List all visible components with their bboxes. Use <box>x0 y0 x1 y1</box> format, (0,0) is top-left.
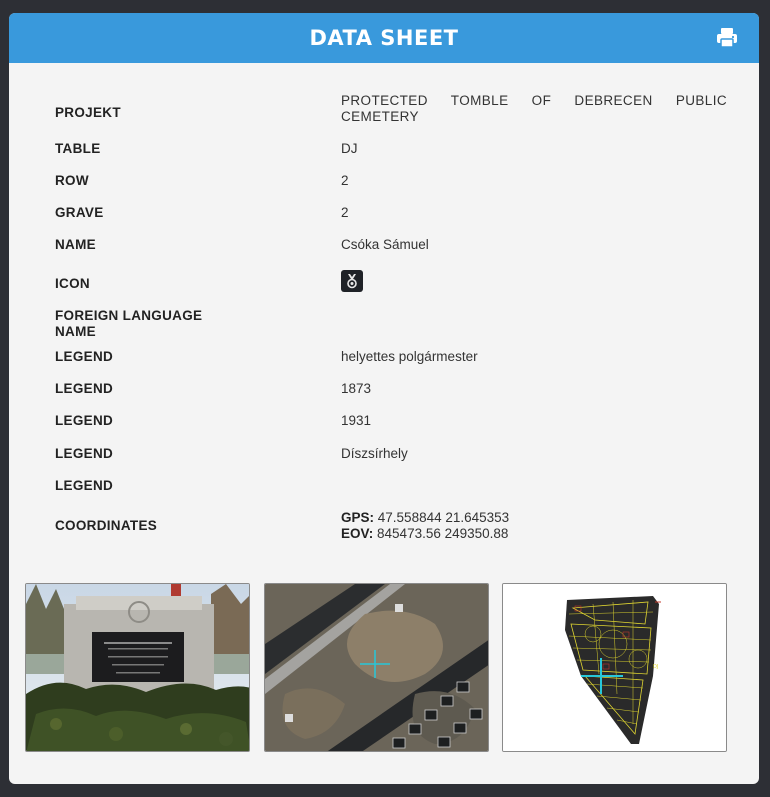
aerial-photo-thumbnail[interactable] <box>264 583 489 752</box>
field-value-icon <box>341 270 727 292</box>
field-row-row: ROW 2 <box>55 173 727 191</box>
data-sheet-card: DATA SHEET PROJEKT PROTECTED TOMBLE OF D… <box>9 13 759 784</box>
field-row-table: TABLE DJ <box>55 141 727 159</box>
header-bar: DATA SHEET <box>9 13 759 63</box>
field-row-icon: ICON <box>55 270 727 294</box>
field-row-foreign-name: FOREIGN LANGUAGE NAME <box>55 308 727 342</box>
field-row-legend-3: LEGEND 1931 <box>55 413 727 431</box>
field-row-legend-5: LEGEND <box>55 478 727 496</box>
field-value-legend: 1873 <box>341 381 372 396</box>
field-value-table: DJ <box>341 141 358 156</box>
field-value-legend: 1931 <box>341 413 372 428</box>
eov-value: 845473.56 249350.88 <box>377 526 509 541</box>
field-label-grave: GRAVE <box>55 205 104 220</box>
field-label-legend: LEGEND <box>55 446 114 461</box>
field-value-legend: Díszsírhely <box>341 446 408 461</box>
field-value-grave: 2 <box>341 205 349 220</box>
field-label-foreign-name: FOREIGN LANGUAGE NAME <box>55 308 203 339</box>
field-value-name: Csóka Sámuel <box>341 237 429 252</box>
field-label-coordinates: COORDINATES <box>55 518 158 533</box>
field-row-name: NAME Csóka Sámuel <box>55 237 727 255</box>
medal-icon <box>341 270 363 292</box>
field-row-projekt: PROJEKT PROTECTED TOMBLE OF DEBRECEN PUB… <box>55 93 727 127</box>
field-row-grave: GRAVE 2 <box>55 205 727 223</box>
field-label-table: TABLE <box>55 141 101 156</box>
field-row-legend-1: LEGEND helyettes polgármester <box>55 349 727 367</box>
grave-photo <box>26 584 249 751</box>
aerial-photo <box>265 584 488 751</box>
field-label-legend: LEGEND <box>55 413 114 428</box>
field-label-legend: LEGEND <box>55 381 114 396</box>
gps-value: 47.558844 21.645353 <box>377 510 510 525</box>
eov-line: EOV: 845473.56 249350.88 <box>341 526 727 542</box>
field-label-projekt: PROJEKT <box>55 105 121 120</box>
field-label-row: ROW <box>55 173 89 188</box>
field-value-projekt: PROTECTED TOMBLE OF DEBRECEN PUBLIC CEME… <box>341 93 727 124</box>
cemetery-map-thumbnail[interactable]: DJ <box>502 583 727 752</box>
field-label-legend: LEGEND <box>55 349 114 364</box>
field-row-legend-4: LEGEND Díszsírhely <box>55 446 727 464</box>
svg-text:DJ: DJ <box>653 664 658 670</box>
field-value-legend: helyettes polgármester <box>341 349 478 364</box>
print-button[interactable] <box>715 25 739 49</box>
field-label-icon: ICON <box>55 276 90 291</box>
cemetery-map: DJ <box>503 584 726 751</box>
field-label-name: NAME <box>55 237 96 252</box>
gps-label: GPS: <box>341 510 375 525</box>
field-value-row: 2 <box>341 173 349 188</box>
grave-photo-thumbnail[interactable] <box>25 583 250 752</box>
field-value-coordinates: GPS: 47.558844 21.645353 EOV: 845473.56 … <box>341 510 727 542</box>
field-row-legend-2: LEGEND 1873 <box>55 381 727 399</box>
eov-label: EOV: <box>341 526 374 541</box>
gps-line: GPS: 47.558844 21.645353 <box>341 510 727 526</box>
page-title: DATA SHEET <box>309 26 459 50</box>
field-label-legend: LEGEND <box>55 478 114 493</box>
field-row-coordinates: COORDINATES GPS: 47.558844 21.645353 EOV… <box>55 510 727 544</box>
print-icon <box>717 27 737 48</box>
